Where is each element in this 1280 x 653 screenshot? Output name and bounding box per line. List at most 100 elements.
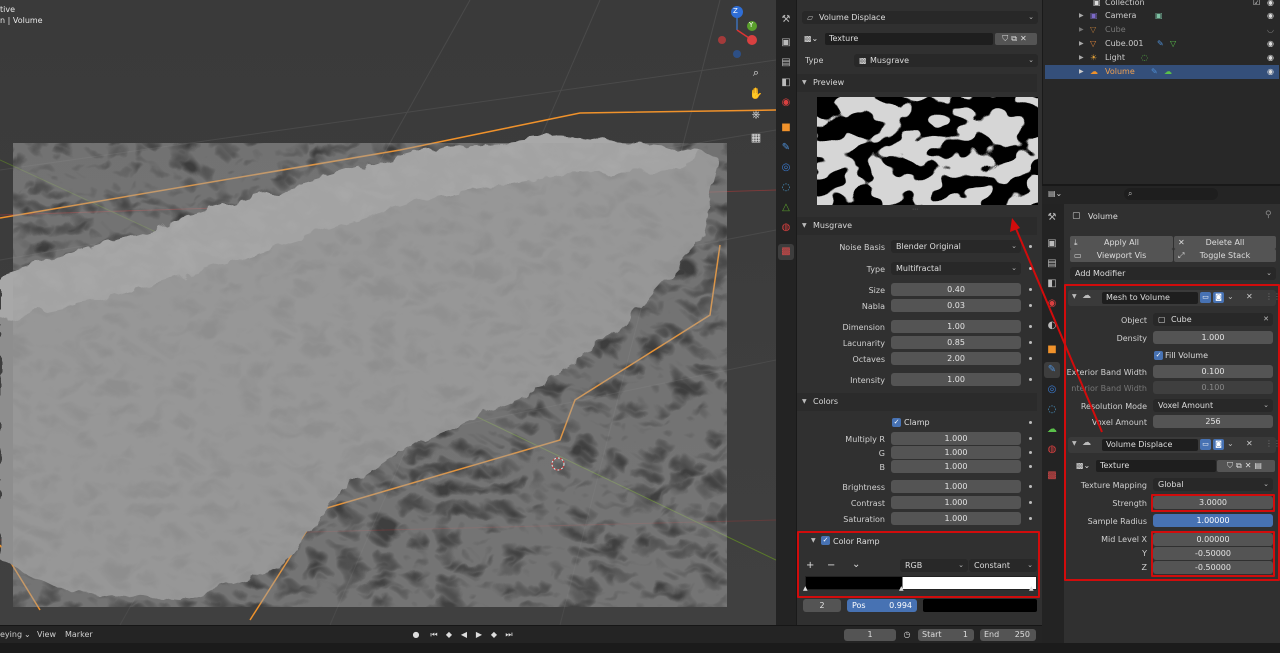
physics-tab-icon[interactable]: ◌ (778, 180, 794, 196)
keyframe-dot[interactable] (1029, 465, 1032, 468)
keyframe-dot[interactable] (1029, 245, 1032, 248)
brightness-field[interactable]: 1.000 (891, 480, 1021, 493)
clamp-checkbox[interactable]: ✓ (892, 418, 901, 427)
viewport-vis-button[interactable]: ▭ Viewport Vis (1070, 249, 1173, 262)
view-menu[interactable]: View (37, 630, 56, 639)
3d-viewport[interactable]: tive n | Volume Z Y ⌕ ✋ ⎈ ▦ (0, 0, 776, 625)
noise-basis-dropdown[interactable]: Blender Original ⌄ (891, 240, 1021, 253)
ramp-stop-left[interactable]: ▲ (803, 585, 808, 592)
viewport-display-icon[interactable]: ▭ (1200, 439, 1211, 450)
toggle-stack-button[interactable]: ⤢ Toggle Stack (1174, 249, 1276, 262)
tool-tab-icon[interactable]: ⚒ (778, 12, 794, 28)
outliner-row-camera[interactable]: ▶ ▣ Camera ▣ ◉ (1043, 9, 1280, 23)
eye-icon[interactable]: ◉ (1267, 9, 1274, 23)
play-icon[interactable]: ▶ (473, 629, 485, 641)
grid-icon[interactable]: ▦ (748, 130, 764, 146)
keyframe-dot[interactable] (1029, 341, 1032, 344)
prev-keyframe-icon[interactable]: ◆ (443, 629, 455, 641)
object-field[interactable]: ▢ Cube ✕ (1153, 313, 1273, 326)
material-tab-icon[interactable]: ◍ (778, 220, 794, 236)
sample-radius-field[interactable]: 1.00000 (1153, 514, 1273, 527)
camera-icon[interactable]: ⎈ (748, 107, 764, 123)
physics-tab-icon[interactable]: ◌ (1044, 402, 1060, 418)
object-tab-icon[interactable]: ■ (778, 120, 794, 136)
color-ramp-bar[interactable] (805, 576, 1037, 590)
add-modifier-dropdown[interactable]: Add Modifier ⌄ (1070, 267, 1276, 280)
add-stop-button[interactable]: + (806, 560, 814, 571)
outliner-row-cube[interactable]: ▶ ▽ Cube ◡ (1043, 23, 1280, 37)
outliner-row-light[interactable]: ▶ ☀ Light ◌ ◉ (1043, 51, 1280, 65)
musgrave-section-header[interactable]: ▼ Musgrave (797, 217, 1037, 235)
end-frame-field[interactable]: End 250 (980, 629, 1036, 641)
ramp-stop-right[interactable]: ▲ (1029, 585, 1034, 592)
apply-all-button[interactable]: ⤓ Apply All (1070, 236, 1173, 249)
keyframe-dot[interactable] (1029, 451, 1032, 454)
render-camera-icon[interactable]: ◙ (1213, 439, 1224, 450)
collapse-icon[interactable]: ▼ (1072, 440, 1077, 447)
interpolation-dropdown[interactable]: Constant ⌄ (969, 559, 1037, 572)
ramp-color-swatch[interactable] (923, 599, 1037, 612)
keyframe-dot[interactable] (1029, 437, 1032, 440)
color-mode-dropdown[interactable]: RGB ⌄ (900, 559, 968, 572)
mid-level-z-field[interactable]: -0.50000 (1153, 561, 1273, 574)
remove-stop-button[interactable]: − (827, 560, 835, 571)
jump-start-icon[interactable]: ⏮ (428, 629, 440, 641)
saturation-field[interactable]: 1.000 (891, 512, 1021, 525)
eye-icon[interactable]: ◉ (1267, 51, 1274, 65)
render-tab-icon[interactable]: ▣ (1044, 236, 1060, 252)
exterior-band-field[interactable]: 0.100 (1153, 365, 1273, 378)
object-tab-icon[interactable]: ■ (1044, 342, 1060, 358)
wrench-icon[interactable]: ✎ (778, 140, 794, 156)
eye-icon[interactable]: ◉ (1267, 65, 1274, 79)
multiply-b-field[interactable]: 1.000 (891, 460, 1021, 473)
keyframe-dot[interactable] (1029, 288, 1032, 291)
keyframe-dot[interactable] (1029, 304, 1032, 307)
chevron-down-icon[interactable]: ⌄ (1227, 292, 1234, 301)
render-camera-icon[interactable]: ◙ (1213, 292, 1224, 303)
data-tab-icon[interactable]: △ (778, 200, 794, 216)
texture-tab-icon[interactable]: ▩ (1044, 468, 1060, 484)
chevron-down-icon[interactable]: ⌄ (24, 630, 31, 639)
pin-icon[interactable]: ⚲ (1265, 210, 1272, 220)
voxel-amount-field[interactable]: 256 (1153, 415, 1273, 428)
eye-icon[interactable]: ◉ (1267, 37, 1274, 51)
intensity-field[interactable]: 1.00 (891, 373, 1021, 386)
mesh-to-volume-name[interactable]: Mesh to Volume (1102, 292, 1198, 304)
editor-type-icon[interactable]: ▤⌄ (1048, 189, 1062, 198)
keyframe-dot[interactable] (1029, 325, 1032, 328)
view-layer-tab-icon[interactable]: ◧ (1044, 276, 1060, 292)
texture-user-dropdown[interactable]: ▱ Volume Displace ⌄ (802, 11, 1038, 24)
contrast-field[interactable]: 1.000 (891, 496, 1021, 509)
output-tab-icon[interactable]: ▤ (1044, 256, 1060, 272)
ramp-stop-mid[interactable]: ▲ (899, 585, 904, 592)
marker-menu[interactable]: Marker (65, 630, 93, 639)
hand-icon[interactable]: ✋ (748, 86, 764, 102)
particles-tab-icon[interactable]: ◎ (778, 160, 794, 176)
viewport-display-icon[interactable]: ▭ (1200, 292, 1211, 303)
mid-level-y-field[interactable]: -0.50000 (1153, 547, 1273, 560)
volume-displace-name[interactable]: Volume Displace (1102, 439, 1198, 451)
play-reverse-icon[interactable]: ◀ (458, 629, 470, 641)
ramp-stop-index[interactable]: 2 (803, 599, 841, 612)
wrench-icon[interactable]: ✎ (1044, 362, 1060, 378)
multiply-r-field[interactable]: 1.000 (891, 432, 1021, 445)
tool-tab-icon[interactable]: ⚒ (1044, 210, 1060, 226)
texture-datablock-buttons[interactable]: ⛉⧉✕▤ (1217, 460, 1275, 472)
ramp-menu-button[interactable]: ⌄ (852, 559, 860, 570)
octaves-field[interactable]: 2.00 (891, 352, 1021, 365)
checker-icon[interactable]: ▩⌄ (1076, 461, 1090, 470)
output-tab-icon[interactable]: ▤ (778, 55, 794, 71)
world-tab-icon[interactable]: ◐ (1044, 318, 1060, 334)
view-layer-tab-icon[interactable]: ◧ (778, 75, 794, 91)
fill-volume-checkbox[interactable]: ✓ (1154, 351, 1163, 360)
delete-all-button[interactable]: ✕ Delete All (1174, 236, 1276, 249)
close-icon[interactable]: ✕ (1246, 292, 1253, 301)
scene-tab-icon[interactable]: ◉ (778, 95, 794, 111)
preview-section-header[interactable]: ▼ Preview (797, 74, 1037, 92)
size-field[interactable]: 0.40 (891, 283, 1021, 296)
texture-mapping-dropdown[interactable]: Global ⌄ (1153, 478, 1273, 491)
search-input[interactable]: ⌕ (1124, 188, 1218, 200)
color-ramp-checkbox[interactable]: ✓ (821, 536, 830, 545)
next-keyframe-icon[interactable]: ◆ (488, 629, 500, 641)
checker-icon[interactable]: ▩⌄ (804, 34, 824, 46)
